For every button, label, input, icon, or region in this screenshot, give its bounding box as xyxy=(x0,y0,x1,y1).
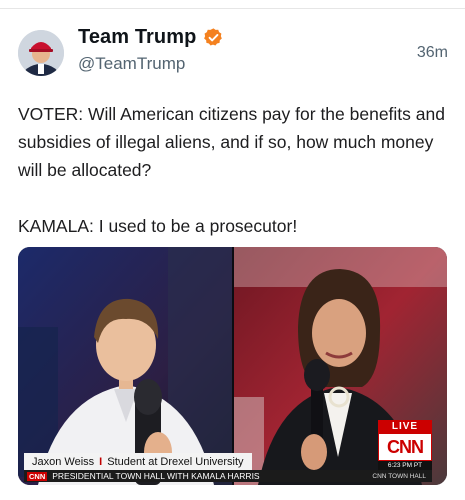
account-names: Team Trump @TeamTrump xyxy=(78,26,224,74)
post-paragraph-voter: VOTER: Will American citizens pay for th… xyxy=(18,104,450,180)
live-bug: LIVE CNN 6:23 PM PT xyxy=(378,420,432,470)
verified-badge-icon xyxy=(203,27,224,48)
top-divider xyxy=(0,8,465,9)
news-ticker: CNN PRESIDENTIAL TOWN HALL WITH KAMALA H… xyxy=(24,470,432,482)
lower-third-name: Jaxon Weiss xyxy=(32,455,95,468)
post-paragraph-kamala: KAMALA: I used to be a prosecutor! xyxy=(18,216,298,236)
broadcast-clock: 6:23 PM PT xyxy=(378,461,432,470)
ticker-network-logo: CNN xyxy=(27,471,48,481)
live-label: LIVE xyxy=(378,420,432,433)
post-timestamp[interactable]: 36m xyxy=(417,44,448,62)
lower-third-role: Student at Drexel University xyxy=(107,455,244,468)
ticker-right-label: CNN TOWN HALL xyxy=(372,472,426,480)
display-name[interactable]: Team Trump xyxy=(78,26,196,49)
ticker-text: PRESIDENTIAL TOWN HALL WITH KAMALA HARRI… xyxy=(52,471,260,481)
avatar[interactable] xyxy=(18,30,64,76)
lower-third-separator: I xyxy=(99,455,103,468)
post-body: VOTER: Will American citizens pay for th… xyxy=(18,100,448,240)
lower-third-caption: Jaxon Weiss I Student at Drexel Universi… xyxy=(24,453,252,470)
post-header: Team Trump @TeamTrump 36m xyxy=(18,26,448,82)
network-logo: CNN xyxy=(378,433,432,461)
account-handle[interactable]: @TeamTrump xyxy=(78,54,224,74)
